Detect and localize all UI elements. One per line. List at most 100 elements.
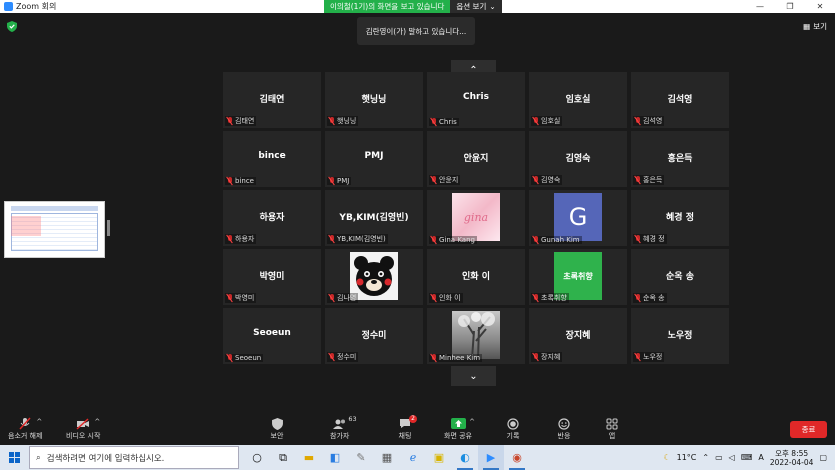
participant-name-display: 김석영 bbox=[667, 95, 693, 105]
sticky-notes-icon[interactable]: ▣ bbox=[426, 445, 452, 470]
smiley-icon bbox=[556, 416, 572, 431]
shared-screen-thumbnail[interactable] bbox=[4, 201, 105, 258]
participant-tile[interactable]: 홍은득 홍은득 bbox=[631, 131, 729, 187]
participant-tile[interactable]: gina Gina Kang bbox=[427, 190, 525, 246]
close-button[interactable]: ✕ bbox=[805, 0, 835, 13]
clock-date: 2022-04-04 bbox=[769, 457, 814, 467]
unmute-caret-icon[interactable]: ^ bbox=[36, 418, 42, 426]
participant-tile[interactable]: 정수미 정수미 bbox=[325, 308, 423, 364]
share-label: 화면 공유 bbox=[444, 432, 472, 440]
participant-label: Gina Kang bbox=[429, 236, 477, 244]
apps-button[interactable]: 앱 bbox=[604, 416, 620, 441]
participant-tile[interactable]: Chris Chris bbox=[427, 72, 525, 128]
participant-name-display: 장지혜 bbox=[565, 331, 591, 341]
internet-explorer-icon[interactable]: ℯ bbox=[400, 445, 426, 470]
participant-tile[interactable]: 인화 이 인화 이 bbox=[427, 249, 525, 305]
language-icon[interactable]: ⌨ bbox=[741, 453, 753, 462]
participant-label-text: 김석영 bbox=[643, 117, 663, 125]
security-button[interactable]: 보안 bbox=[269, 416, 285, 441]
participant-tile[interactable]: 김나영 bbox=[325, 249, 423, 305]
record-icon bbox=[505, 416, 521, 431]
participant-tile[interactable]: 하용자 하용자 bbox=[223, 190, 321, 246]
participant-label-text: 하용자 bbox=[235, 235, 255, 243]
start-video-button[interactable]: ^ 비디오 시작 bbox=[66, 416, 100, 441]
participant-tile[interactable]: 노우정 노우정 bbox=[631, 308, 729, 364]
participant-tile[interactable]: 초록취향 초록취향 bbox=[529, 249, 627, 305]
zoom-logo-icon bbox=[4, 2, 13, 11]
participant-tile[interactable]: 김영숙 김영숙 bbox=[529, 131, 627, 187]
notification-icon[interactable]: ▢ bbox=[819, 453, 827, 462]
chat-icon: 2 bbox=[397, 415, 417, 431]
participant-name-display: 인화 이 bbox=[462, 272, 490, 282]
muted-mic-icon bbox=[635, 294, 641, 302]
zoom-app-icon[interactable]: ▶ bbox=[478, 445, 504, 470]
shield-icon[interactable] bbox=[7, 21, 17, 32]
participant-tile[interactable]: YB,KIM(김영빈) YB,KIM(김영빈) bbox=[325, 190, 423, 246]
participant-tile[interactable]: 순옥 송 순옥 송 bbox=[631, 249, 729, 305]
calculator-icon[interactable]: ▦ bbox=[374, 445, 400, 470]
weather-moon-icon[interactable]: ☾ bbox=[663, 453, 670, 462]
muted-mic-icon bbox=[431, 354, 437, 362]
participant-name-display: Chris bbox=[463, 92, 489, 102]
participant-avatar: G bbox=[554, 193, 602, 241]
participant-name-display: 안윤지 bbox=[463, 154, 489, 164]
task-view-icon[interactable]: ⧉ bbox=[270, 445, 296, 470]
share-screen-button[interactable]: ^ 화면 공유 bbox=[444, 416, 475, 441]
video-caret-icon[interactable]: ^ bbox=[94, 418, 100, 426]
end-meeting-button[interactable]: 종료 bbox=[790, 421, 827, 438]
participant-tile[interactable]: bince bince bbox=[223, 131, 321, 187]
view-button[interactable]: ▦ 보기 bbox=[803, 21, 827, 32]
participant-label: Seoeun bbox=[225, 354, 264, 362]
store-icon[interactable]: ◧ bbox=[322, 445, 348, 470]
ime-indicator[interactable]: A bbox=[758, 453, 763, 462]
view-options-button[interactable]: 옵션 보기 ⌄ bbox=[450, 0, 502, 13]
start-button[interactable] bbox=[0, 445, 28, 470]
paint-app-icon[interactable]: ✎ bbox=[348, 445, 374, 470]
participants-button[interactable]: 63 참가자 bbox=[330, 415, 357, 441]
file-explorer-icon[interactable]: ▬ bbox=[296, 445, 322, 470]
chevron-down-icon: ⌄ bbox=[489, 2, 496, 11]
participant-tile[interactable]: 안윤지 안윤지 bbox=[427, 131, 525, 187]
cortana-icon[interactable]: ○ bbox=[244, 445, 270, 470]
resize-handle[interactable] bbox=[107, 220, 110, 236]
participant-label: 홍은득 bbox=[633, 175, 665, 185]
reactions-button[interactable]: 반응 bbox=[556, 416, 572, 441]
unmute-button[interactable]: ^ 음소거 해제 bbox=[8, 416, 42, 441]
participant-tile[interactable]: PMJ PMJ bbox=[325, 131, 423, 187]
participant-label: PMJ bbox=[327, 177, 352, 185]
maximize-button[interactable]: ❐ bbox=[775, 0, 805, 13]
network-icon[interactable]: ▭ bbox=[715, 453, 723, 462]
participant-label-text: 순옥 송 bbox=[643, 294, 665, 302]
participant-name-display: 박영미 bbox=[259, 272, 285, 282]
participant-label: Gunah Kim bbox=[531, 236, 582, 244]
participant-tile[interactable]: G Gunah Kim bbox=[529, 190, 627, 246]
page-down-button[interactable]: ⌄ bbox=[451, 366, 496, 386]
record-button[interactable]: 기록 bbox=[505, 416, 521, 441]
taskbar-search-box[interactable]: ⌕ 검색하려면 여기에 입력하십시오. bbox=[29, 446, 239, 469]
minimize-button[interactable]: — bbox=[745, 0, 775, 13]
system-clock[interactable]: 오후 8:55 2022-04-04 bbox=[770, 449, 814, 467]
participant-tile[interactable]: Seoeun Seoeun bbox=[223, 308, 321, 364]
participant-tile[interactable]: 장지혜 장지혜 bbox=[529, 308, 627, 364]
participant-tile[interactable]: 김태연 김태연 bbox=[223, 72, 321, 128]
windows-logo-icon bbox=[8, 452, 20, 463]
participant-tile[interactable]: 임호실 임호실 bbox=[529, 72, 627, 128]
volume-icon[interactable]: ◁ bbox=[729, 453, 735, 462]
participant-tile[interactable]: Minhee Kim bbox=[427, 308, 525, 364]
participant-label-text: PMJ bbox=[337, 177, 350, 185]
share-caret-icon[interactable]: ^ bbox=[469, 418, 475, 426]
participant-tile[interactable]: 김석영 김석영 bbox=[631, 72, 729, 128]
reactions-label: 반응 bbox=[557, 432, 571, 440]
tray-chevron-icon[interactable]: ⌃ bbox=[702, 453, 709, 462]
weather-temperature[interactable]: 11°C bbox=[677, 453, 697, 462]
participant-name-display: 김영숙 bbox=[565, 154, 591, 164]
chat-button[interactable]: 2 채팅 bbox=[397, 415, 417, 441]
participant-tile[interactable]: 혜경 정 혜경 정 bbox=[631, 190, 729, 246]
participant-label-text: 초록취향 bbox=[541, 294, 567, 302]
edge-browser-icon[interactable]: ◐ bbox=[452, 445, 478, 470]
participant-tile[interactable]: 햇닝닝 햇닝닝 bbox=[325, 72, 423, 128]
participant-tile[interactable]: 박영미 박영미 bbox=[223, 249, 321, 305]
video-label: 비디오 시작 bbox=[66, 432, 101, 440]
participant-label-text: 김나영 bbox=[337, 294, 357, 302]
powerpoint-icon[interactable]: ◉ bbox=[504, 445, 530, 470]
